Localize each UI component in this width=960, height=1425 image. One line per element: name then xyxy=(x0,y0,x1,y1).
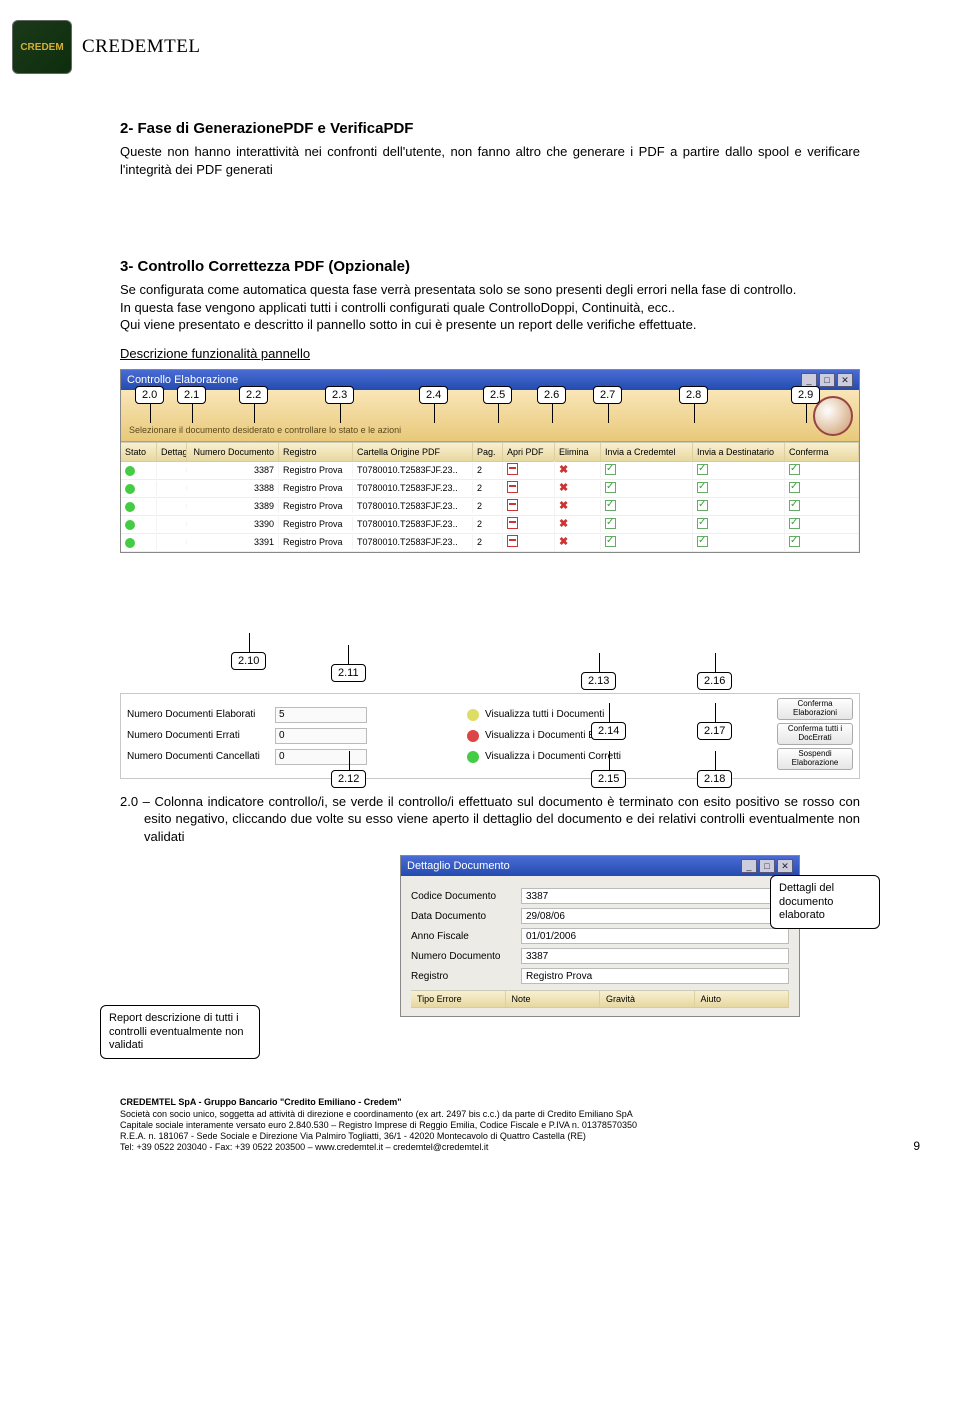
anno-fiscale-field[interactable] xyxy=(521,928,789,944)
speech-report: Report descrizione di tutti i controlli … xyxy=(100,1005,260,1059)
codice-documento-field[interactable] xyxy=(521,888,789,904)
magnifier-icon xyxy=(813,396,853,436)
view-corretti-label[interactable]: Visualizza i Documenti Corretti xyxy=(485,751,621,762)
status-dot-icon xyxy=(125,502,135,512)
pdf-icon[interactable] xyxy=(507,499,518,511)
table-row[interactable]: 3389Registro ProvaT0780010.T2583FJF.23..… xyxy=(121,498,859,516)
stat-elaborati-value xyxy=(275,707,367,723)
detail-window-titlebar: Dettaglio Documento _□✕ xyxy=(401,856,799,876)
grid-body: 3387Registro ProvaT0780010.T2583FJF.23..… xyxy=(121,462,859,552)
check-icon[interactable] xyxy=(605,482,616,493)
statistics-strip: 2.10 2.11 2.12 2.13 2.14 2.15 2.16 2.17 … xyxy=(120,693,860,779)
dot-red-icon xyxy=(467,730,479,742)
check-icon[interactable] xyxy=(697,482,708,493)
codice-documento-label: Codice Documento xyxy=(411,891,521,902)
check-icon[interactable] xyxy=(605,518,616,529)
conferma-docerrati-button[interactable]: Conferma tutti i DocErrati xyxy=(777,723,853,745)
table-row[interactable]: 3388Registro ProvaT0780010.T2583FJF.23..… xyxy=(121,480,859,498)
screenshot-controllo-elaborazione: Controllo Elaborazione _□✕ Selezionare i… xyxy=(120,369,860,553)
sospendi-elaborazione-button[interactable]: Sospendi Elaborazione xyxy=(777,748,853,770)
screenshot-dettaglio-wrap: Dettaglio Documento _□✕ Codice Documento… xyxy=(120,855,860,1017)
registro-label: Registro xyxy=(411,971,521,982)
stat-errati-label: Numero Documenti Errati xyxy=(127,730,275,741)
check-icon[interactable] xyxy=(789,500,800,511)
header-logo: CREDEM CREDEMTEL xyxy=(12,20,201,74)
pdf-icon[interactable] xyxy=(507,463,518,475)
window-titlebar: Controllo Elaborazione _□✕ xyxy=(121,370,859,390)
status-dot-icon xyxy=(125,538,135,548)
check-icon[interactable] xyxy=(789,536,800,547)
logo-text: CREDEMTEL xyxy=(82,36,201,58)
table-row[interactable]: 3387Registro ProvaT0780010.T2583FJF.23..… xyxy=(121,462,859,480)
numero-documento-label: Numero Documento xyxy=(411,951,521,962)
check-icon[interactable] xyxy=(789,518,800,529)
status-dot-icon xyxy=(125,520,135,530)
check-icon[interactable] xyxy=(789,482,800,493)
callout-2-16: 2.16 xyxy=(697,672,732,690)
status-dot-icon xyxy=(125,466,135,476)
logo-badge: CREDEM xyxy=(12,20,72,74)
stat-cancellati-label: Numero Documenti Cancellati xyxy=(127,751,275,762)
pdf-icon[interactable] xyxy=(507,517,518,529)
table-row[interactable]: 3391Registro ProvaT0780010.T2583FJF.23..… xyxy=(121,534,859,552)
section2-body: Se configurata come automatica questa fa… xyxy=(120,281,860,334)
detail-subheader: Tipo Errore Note Gravità Aiuto xyxy=(411,990,789,1008)
anno-fiscale-label: Anno Fiscale xyxy=(411,931,521,942)
speech-dettagli: Dettagli del documento elaborato xyxy=(770,875,880,929)
delete-icon[interactable]: ✖ xyxy=(559,501,570,512)
stat-elaborati-label: Numero Documenti Elaborati xyxy=(127,709,275,720)
window-buttons[interactable]: _□✕ xyxy=(799,373,853,387)
check-icon[interactable] xyxy=(605,500,616,511)
pdf-icon[interactable] xyxy=(507,481,518,493)
callout-2-10: 2.10 xyxy=(231,652,266,670)
view-all-label[interactable]: Visualizza tutti i Documenti xyxy=(485,709,604,720)
numero-documento-field[interactable] xyxy=(521,948,789,964)
check-icon[interactable] xyxy=(605,536,616,547)
table-row[interactable]: 3390Registro ProvaT0780010.T2583FJF.23..… xyxy=(121,516,859,534)
page-number: 9 xyxy=(913,1139,920,1154)
window-title: Controllo Elaborazione xyxy=(127,374,238,386)
data-documento-field[interactable] xyxy=(521,908,789,924)
registro-field[interactable] xyxy=(521,968,789,984)
stat-errati-value xyxy=(275,728,367,744)
toolbar: Selezionare il documento desiderato e co… xyxy=(121,390,859,442)
callout-2-11: 2.11 xyxy=(331,664,366,682)
callout-2-12: 2.12 xyxy=(331,770,366,788)
section2-heading: 3- Controllo Correttezza PDF (Opzionale) xyxy=(120,258,860,275)
check-icon[interactable] xyxy=(789,464,800,475)
section1-body: Queste non hanno interattività nei confr… xyxy=(120,143,860,178)
view-errati-label[interactable]: Visualizza i Documenti Errati xyxy=(485,730,612,741)
callout-2-13: 2.13 xyxy=(581,672,616,690)
callout-2-15: 2.15 xyxy=(591,770,626,788)
delete-icon[interactable]: ✖ xyxy=(559,519,570,530)
delete-icon[interactable]: ✖ xyxy=(559,483,570,494)
status-dot-icon xyxy=(125,484,135,494)
data-documento-label: Data Documento xyxy=(411,911,521,922)
check-icon[interactable] xyxy=(697,464,708,475)
page-footer: CREDEMTEL SpA - Gruppo Bancario "Credito… xyxy=(120,1097,860,1153)
check-icon[interactable] xyxy=(697,500,708,511)
screenshot-dettaglio-documento: Dettaglio Documento _□✕ Codice Documento… xyxy=(400,855,800,1017)
check-icon[interactable] xyxy=(697,536,708,547)
conferma-elaborazioni-button[interactable]: Conferma Elaborazioni xyxy=(777,698,853,720)
delete-icon[interactable]: ✖ xyxy=(559,465,570,476)
item-2-0-text: 2.0 – Colonna indicatore controllo/i, se… xyxy=(144,793,860,846)
detail-window-buttons[interactable]: _□✕ xyxy=(739,859,793,873)
dot-green-icon xyxy=(467,751,479,763)
pdf-icon[interactable] xyxy=(507,535,518,547)
callout-2-18: 2.18 xyxy=(697,770,732,788)
dot-yellow-icon xyxy=(467,709,479,721)
section1-heading: 2- Fase di GenerazionePDF e VerificaPDF xyxy=(120,120,860,137)
delete-icon[interactable]: ✖ xyxy=(559,537,570,548)
toolbar-hint: Selezionare il documento desiderato e co… xyxy=(129,425,401,435)
check-icon[interactable] xyxy=(697,518,708,529)
stat-cancellati-value xyxy=(275,749,367,765)
section2-subhead: Descrizione funzionalità pannello xyxy=(120,346,860,361)
detail-window-title: Dettaglio Documento xyxy=(407,860,510,872)
check-icon[interactable] xyxy=(605,464,616,475)
grid-header: Stato Dettagli Numero Documento Registro… xyxy=(121,442,859,462)
